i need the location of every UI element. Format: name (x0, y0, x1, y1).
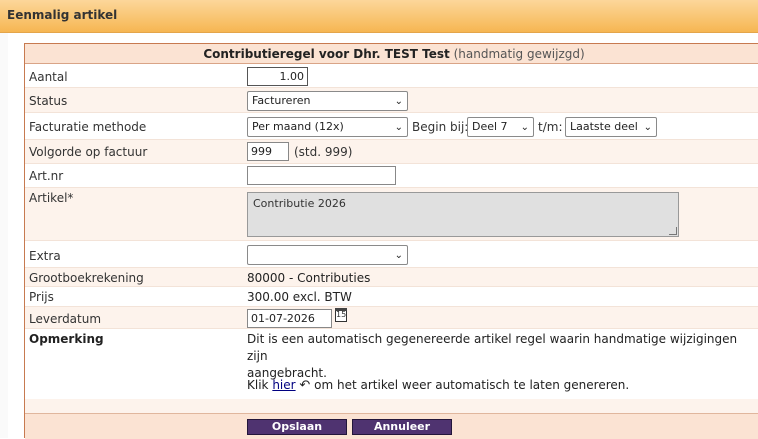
form-header: Contributieregel voor Dhr. TEST Test (ha… (25, 44, 758, 64)
chevron-down-icon: ⌄ (643, 122, 652, 133)
volgorde-input[interactable]: 999 (247, 142, 289, 161)
grootboek-label: Grootboekrekening (29, 271, 144, 285)
hier-link[interactable]: hier (272, 378, 295, 392)
volgorde-label: Volgorde op factuur (29, 145, 148, 159)
row-aantal: Aantal 1.00 (25, 65, 758, 88)
row-facturatie: Facturatie methode Per maand (12x) ⌄ Beg… (25, 113, 758, 140)
save-button[interactable]: Opslaan (247, 419, 347, 435)
facturatie-label: Facturatie methode (29, 120, 147, 134)
row-artikel: Artikel* Contributie 2026 (25, 188, 758, 241)
leverdatum-label: Leverdatum (29, 312, 102, 326)
aantal-label: Aantal (29, 70, 68, 84)
row-spacer (25, 399, 758, 413)
facturatie-select[interactable]: Per maand (12x) ⌄ (247, 117, 408, 137)
grootboek-value: 80000 - Contributies (247, 271, 371, 285)
chevron-down-icon: ⌄ (520, 122, 529, 133)
prijs-value: 300.00 excl. BTW (247, 290, 352, 304)
form-header-title: Contributieregel voor Dhr. TEST Test (203, 47, 450, 61)
row-prijs: Prijs 300.00 excl. BTW (25, 287, 758, 307)
row-opmerking: Opmerking Dit is een automatisch gegener… (25, 329, 758, 399)
regenerate-line: Klik hier ↶ om het artikel weer automati… (247, 377, 752, 394)
row-extra: Extra ⌄ (25, 241, 758, 268)
begin-select[interactable]: Deel 7 ⌄ (467, 117, 534, 137)
form-panel: Contributieregel voor Dhr. TEST Test (ha… (24, 43, 758, 439)
status-label: Status (29, 94, 68, 108)
chevron-down-icon: ⌄ (394, 96, 403, 107)
chevron-down-icon: ⌄ (394, 250, 403, 261)
row-leverdatum: Leverdatum 01-07-2026 15 (25, 307, 758, 329)
extra-label: Extra (29, 249, 61, 263)
extra-select[interactable]: ⌄ (247, 245, 408, 265)
form-header-hint: (handmatig gewijzgd) (453, 47, 585, 61)
calendar-icon[interactable]: 15 (335, 308, 347, 322)
cancel-button[interactable]: Annuleer (352, 419, 452, 435)
left-margin (0, 33, 8, 438)
regenerate-text: om het artikel weer automatisch te laten… (314, 378, 630, 392)
undo-icon[interactable]: ↶ (299, 378, 310, 393)
form-footer: Opslaan Annuleer (25, 413, 758, 439)
row-volgorde: Volgorde op factuur 999 (std. 999) (25, 140, 758, 164)
klik-text: Klik (247, 378, 269, 392)
prijs-label: Prijs (29, 290, 54, 304)
opmerking-text: Dit is een automatisch gegenereerde arti… (247, 331, 752, 382)
begin-select-value: Deel 7 (472, 120, 508, 133)
row-status: Status Factureren ⌄ (25, 88, 758, 113)
status-select[interactable]: Factureren ⌄ (247, 91, 408, 111)
volgorde-hint: (std. 999) (294, 145, 353, 159)
tm-label: t/m: (538, 120, 563, 134)
window-titlebar: Eenmalig artikel (0, 0, 758, 33)
opmerking-line1: Dit is een automatisch gegenereerde arti… (247, 332, 738, 363)
row-grootboek: Grootboekrekening 80000 - Contributies (25, 268, 758, 287)
facturatie-select-value: Per maand (12x) (252, 120, 344, 133)
begin-label: Begin bij: (412, 120, 469, 134)
artnr-label: Art.nr (29, 169, 64, 183)
window-title: Eenmalig artikel (7, 8, 118, 22)
row-artnr: Art.nr (25, 164, 758, 188)
tm-select-value: Laatste deel (570, 120, 638, 133)
aantal-input[interactable]: 1.00 (247, 67, 308, 86)
artikel-textarea[interactable]: Contributie 2026 (247, 192, 679, 237)
opmerking-label: Opmerking (29, 332, 104, 346)
chevron-down-icon: ⌄ (394, 122, 403, 133)
tm-select[interactable]: Laatste deel ⌄ (565, 117, 657, 137)
artikel-label: Artikel* (29, 191, 74, 205)
leverdatum-input[interactable]: 01-07-2026 (247, 309, 332, 328)
resize-grip-icon[interactable] (669, 227, 677, 235)
artikel-textarea-value: Contributie 2026 (253, 197, 346, 210)
status-select-value: Factureren (252, 94, 311, 107)
artnr-input[interactable] (247, 166, 396, 185)
